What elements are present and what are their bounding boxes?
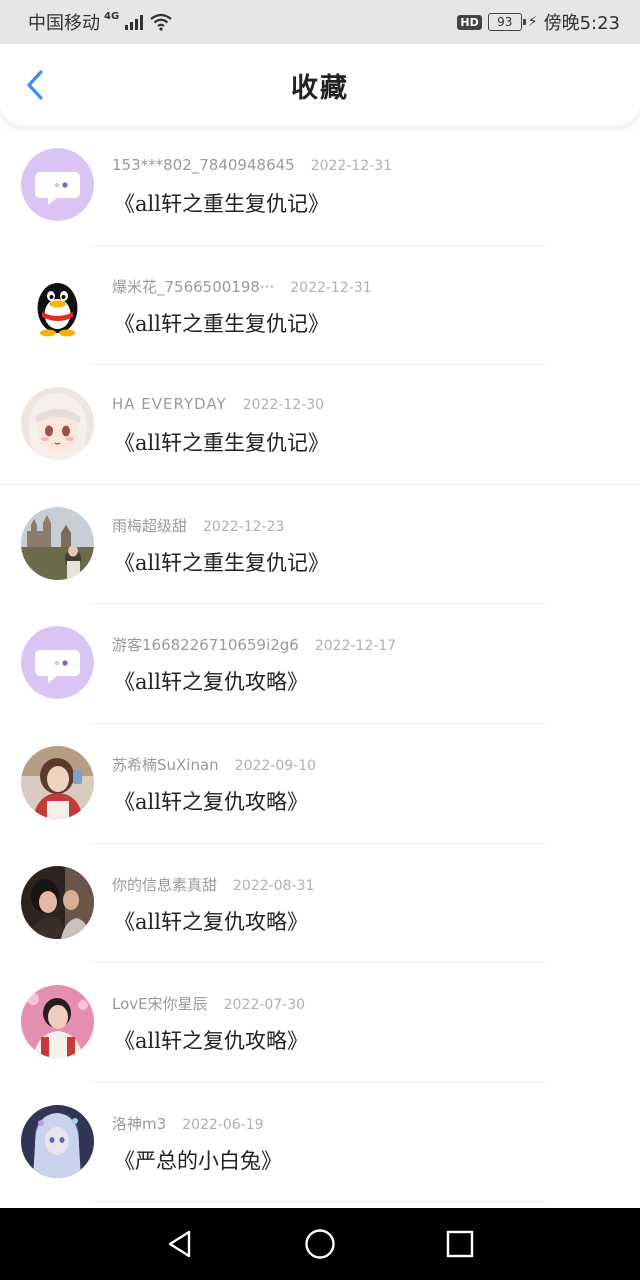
item-meta: LovE宋你星辰 2022-07-30 — [112, 993, 305, 1014]
username: 爆米花_7566500198··· — [112, 277, 275, 296]
list-item[interactable]: 雨梅超级甜 2022-12-23 《all轩之重生复仇记》 — [0, 485, 640, 605]
anime-girl-avatar[interactable] — [21, 387, 94, 461]
status-right: HD 93 ⚡ 傍晚5:23 — [457, 9, 620, 35]
back-button[interactable] — [20, 70, 50, 100]
favorites-list: 153***802_7840948645 2022-12-31 《all轩之重生… — [0, 126, 640, 1203]
list-item[interactable]: 爆米花_7566500198··· 2022-12-31 《all轩之重生复仇记… — [0, 246, 640, 366]
home-circle-icon — [305, 1229, 335, 1259]
couple-photo-avatar[interactable] — [21, 865, 94, 939]
list-item[interactable]: 洛神m3 2022-06-19 《严总的小白兔》 — [0, 1083, 640, 1203]
hd-badge: HD — [457, 14, 482, 30]
wifi-icon — [150, 13, 172, 31]
item-meta: 爆米花_7566500198··· 2022-12-31 — [112, 276, 372, 297]
item-meta: HA EVERYDAY 2022-12-30 — [112, 395, 324, 413]
signal-icon — [125, 14, 144, 30]
status-bar: 中国移动 4G HD 93 ⚡ 傍晚5:23 — [0, 0, 640, 44]
date: 2022-07-30 — [223, 997, 306, 1014]
fantasy-art-avatar[interactable] — [21, 1104, 94, 1178]
date: 2022-12-31 — [290, 279, 372, 296]
username: 153***802_7840948645 — [112, 156, 295, 174]
book-title[interactable]: 《all轩之重生复仇记》 — [114, 188, 329, 218]
list-item[interactable]: 苏希楠SuXinan 2022-09-10 《all轩之复仇攻略》 — [0, 724, 640, 844]
charging-icon: ⚡ — [527, 14, 538, 30]
status-left: 中国移动 4G — [28, 9, 173, 35]
book-title[interactable]: 《all轩之复仇攻略》 — [114, 666, 308, 696]
penguin-avatar[interactable] — [21, 267, 94, 341]
girl-photo-avatar[interactable] — [21, 745, 94, 819]
username: LovE宋你星辰 — [112, 995, 208, 1014]
username: 游客1668226710659i2g6 — [112, 636, 299, 655]
chat-bubble-avatar[interactable] — [21, 148, 94, 221]
nav-recent-button[interactable] — [438, 1222, 482, 1266]
item-meta: 雨梅超级甜 2022-12-23 — [112, 515, 284, 536]
list-item[interactable]: HA EVERYDAY 2022-12-30 《all轩之重生复仇记》 — [0, 365, 640, 485]
item-meta: 洛神m3 2022-06-19 — [112, 1113, 264, 1134]
book-title[interactable]: 《all轩之重生复仇记》 — [114, 547, 329, 577]
battery-level: 93 — [497, 15, 513, 29]
list-item[interactable]: 你的信息素真甜 2022-08-31 《all轩之复仇攻略》 — [0, 844, 640, 964]
date: 2022-12-23 — [203, 518, 285, 535]
username: 洛神m3 — [112, 1114, 167, 1133]
list-item[interactable]: LovE宋你星辰 2022-07-30 《all轩之复仇攻略》 — [0, 963, 640, 1083]
item-meta: 游客1668226710659i2g6 2022-12-17 — [112, 634, 396, 655]
book-title[interactable]: 《all轩之复仇攻略》 — [114, 906, 308, 936]
book-title[interactable]: 《all轩之复仇攻略》 — [114, 1025, 308, 1055]
pink-photo-avatar[interactable] — [21, 985, 94, 1059]
nav-home-button[interactable] — [298, 1222, 342, 1266]
username: 你的信息素真甜 — [112, 875, 218, 894]
list-item[interactable]: 游客1668226710659i2g6 2022-12-17 《all轩之复仇攻… — [0, 604, 640, 724]
chevron-left-icon — [27, 70, 43, 100]
page-title: 收藏 — [291, 72, 349, 104]
date: 2022-06-19 — [182, 1116, 264, 1133]
book-title[interactable]: 《all轩之重生复仇记》 — [114, 427, 329, 457]
header: 收藏 — [0, 44, 640, 126]
battery-icon: 93 — [487, 13, 526, 31]
date: 2022-09-10 — [234, 757, 317, 774]
item-meta: 苏希楠SuXinan 2022-09-10 — [112, 754, 316, 775]
nav-back-button[interactable] — [158, 1222, 202, 1266]
item-meta: 你的信息素真甜 2022-08-31 — [112, 874, 314, 895]
system-nav-bar — [0, 1208, 640, 1280]
castle-photo-avatar[interactable] — [21, 506, 94, 580]
network-type: 4G — [104, 10, 120, 22]
divider — [90, 1201, 545, 1203]
username: HA EVERYDAY — [112, 395, 227, 414]
item-meta: 153***802_7840948645 2022-12-31 — [112, 156, 392, 174]
date: 2022-12-30 — [242, 397, 325, 414]
list-item[interactable]: 153***802_7840948645 2022-12-31 《all轩之重生… — [0, 126, 640, 246]
clock: 傍晚5:23 — [543, 13, 620, 34]
book-title[interactable]: 《all轩之重生复仇记》 — [114, 308, 329, 338]
username: 雨梅超级甜 — [112, 516, 188, 535]
chat-bubble-avatar[interactable] — [21, 626, 94, 700]
date: 2022-12-31 — [310, 158, 393, 174]
username: 苏希楠SuXinan — [112, 755, 219, 774]
recent-square-icon — [446, 1230, 474, 1258]
back-triangle-icon — [168, 1230, 191, 1258]
date: 2022-08-31 — [233, 877, 315, 894]
book-title[interactable]: 《all轩之复仇攻略》 — [114, 786, 308, 816]
book-title[interactable]: 《严总的小白兔》 — [114, 1145, 282, 1175]
carrier-name: 中国移动 — [28, 13, 100, 34]
date: 2022-12-17 — [314, 638, 397, 655]
